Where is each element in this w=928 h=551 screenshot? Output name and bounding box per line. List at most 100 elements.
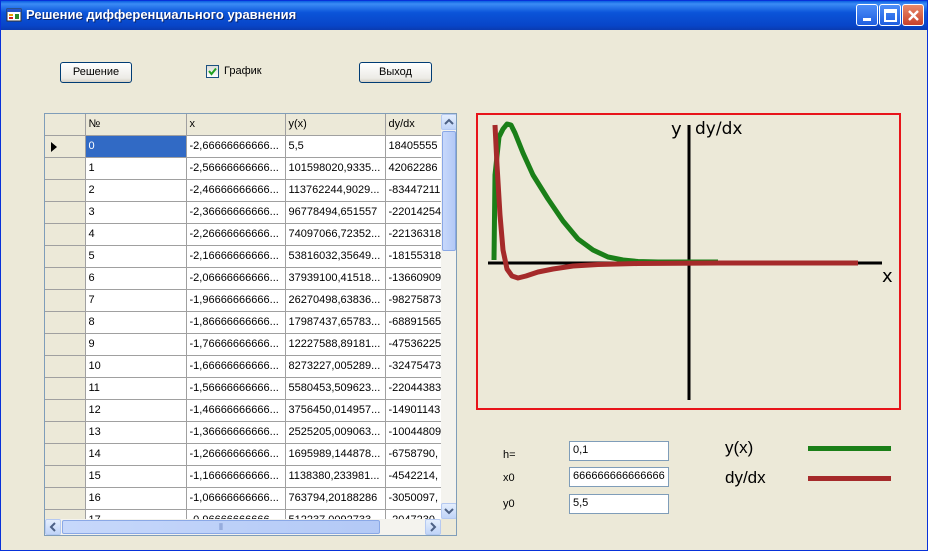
cell-num[interactable]: 2: [85, 179, 187, 202]
cell-num[interactable]: 7: [85, 289, 187, 312]
cell-y[interactable]: 96778494,651557: [285, 201, 386, 224]
cell-y[interactable]: 12227588,89181...: [285, 333, 386, 356]
cell-y[interactable]: 37939100,41518...: [285, 267, 386, 290]
maximize-button[interactable]: [879, 4, 901, 26]
row-header[interactable]: [45, 223, 86, 246]
cell-y[interactable]: 17987437,65783...: [285, 311, 386, 334]
row-header[interactable]: [45, 289, 86, 312]
row-header[interactable]: [45, 487, 86, 510]
cell-x[interactable]: -1,16666666666...: [186, 465, 286, 488]
cell-y[interactable]: 74097066,72352...: [285, 223, 386, 246]
vertical-scrollbar[interactable]: [441, 114, 456, 519]
row-header[interactable]: [45, 179, 86, 202]
cell-dydx[interactable]: -22014254: [385, 201, 446, 224]
cell-dydx[interactable]: -22044383: [385, 377, 446, 400]
scroll-down-button[interactable]: [441, 503, 456, 519]
cell-x[interactable]: -2,36666666666...: [186, 201, 286, 224]
cell-x[interactable]: -1,46666666666...: [186, 399, 286, 422]
cell-x[interactable]: -2,66666666666...: [186, 135, 286, 158]
cell-x[interactable]: -2,16666666666...: [186, 245, 286, 268]
cell-dydx[interactable]: 18405555: [385, 135, 446, 158]
table-row[interactable]: 11 -1,56666666666... 5580453,509623... -220…: [45, 377, 446, 400]
cell-num[interactable]: 8: [85, 311, 187, 334]
cell-x[interactable]: -1,96666666666...: [186, 289, 286, 312]
row-header[interactable]: [45, 443, 86, 466]
cell-dydx[interactable]: -3050097,: [385, 487, 446, 510]
y0-field[interactable]: 5,5: [569, 494, 669, 514]
cell-num[interactable]: 1: [85, 157, 187, 180]
row-header[interactable]: [45, 421, 86, 444]
cell-dydx[interactable]: -4542214,: [385, 465, 446, 488]
scroll-left-button[interactable]: [45, 519, 61, 535]
cell-num[interactable]: 14: [85, 443, 187, 466]
table-row[interactable]: 16 -1,06666666666... 763794,20188286 -30500…: [45, 487, 446, 510]
cell-x[interactable]: -2,06666666666...: [186, 267, 286, 290]
cell-y[interactable]: 8273227,005289...: [285, 355, 386, 378]
cell-dydx[interactable]: -83447211: [385, 179, 446, 202]
cell-x[interactable]: -1,56666666666...: [186, 377, 286, 400]
exit-button[interactable]: Выход: [359, 62, 432, 83]
cell-dydx[interactable]: -98275873: [385, 289, 446, 312]
row-header[interactable]: [45, 399, 86, 422]
table-row[interactable]: 5 -2,16666666666... 53816032,35649... -1815…: [45, 245, 446, 268]
cell-num[interactable]: 3: [85, 201, 187, 224]
cell-x[interactable]: -2,26666666666...: [186, 223, 286, 246]
cell-y[interactable]: 763794,20188286: [285, 487, 386, 510]
cell-num[interactable]: 11: [85, 377, 187, 400]
table-row[interactable]: 4 -2,26666666666... 74097066,72352... -2213…: [45, 223, 446, 246]
table-row[interactable]: 8 -1,86666666666... 17987437,65783... -6889…: [45, 311, 446, 334]
minimize-button[interactable]: [856, 4, 878, 26]
cell-num[interactable]: 6: [85, 267, 187, 290]
graph-checkbox-box[interactable]: [206, 65, 219, 78]
row-header[interactable]: [45, 201, 86, 224]
row-header[interactable]: [45, 333, 86, 356]
vertical-scroll-thumb[interactable]: [442, 131, 456, 251]
cell-num[interactable]: 12: [85, 399, 187, 422]
table-row[interactable]: 15 -1,16666666666... 1138380,233981... -454…: [45, 465, 446, 488]
cell-dydx[interactable]: -32475473: [385, 355, 446, 378]
table-row[interactable]: 10 -1,66666666666... 8273227,005289... -324…: [45, 355, 446, 378]
cell-y[interactable]: 101598020,9335...: [285, 157, 386, 180]
cell-num[interactable]: 13: [85, 421, 187, 444]
cell-dydx[interactable]: -13660909: [385, 267, 446, 290]
row-header[interactable]: [45, 377, 86, 400]
table-row[interactable]: 13 -1,36666666666... 2525205,009063... -100…: [45, 421, 446, 444]
row-header[interactable]: [45, 267, 86, 290]
cell-dydx[interactable]: -14901143: [385, 399, 446, 422]
scroll-up-button[interactable]: [441, 114, 456, 130]
cell-x[interactable]: -1,36666666666...: [186, 421, 286, 444]
cell-num[interactable]: 5: [85, 245, 187, 268]
cell-num[interactable]: 9: [85, 333, 187, 356]
row-header[interactable]: [45, 135, 86, 158]
cell-num[interactable]: 4: [85, 223, 187, 246]
cell-y[interactable]: 2525205,009063...: [285, 421, 386, 444]
column-header-num[interactable]: №: [85, 114, 187, 136]
close-button[interactable]: [902, 4, 924, 26]
cell-y[interactable]: 3756450,014957...: [285, 399, 386, 422]
solve-button[interactable]: Решение: [60, 62, 132, 83]
cell-x[interactable]: -1,86666666666...: [186, 311, 286, 334]
table-row[interactable]: 0 -2,66666666666... 5,5 18405555: [45, 135, 446, 158]
cell-dydx[interactable]: 42062286: [385, 157, 446, 180]
column-header-y[interactable]: y(x): [285, 114, 386, 136]
row-header[interactable]: [45, 311, 86, 334]
cell-y[interactable]: 113762244,9029...: [285, 179, 386, 202]
table-row[interactable]: 12 -1,46666666666... 3756450,014957... -149…: [45, 399, 446, 422]
cell-y[interactable]: 1695989,144878...: [285, 443, 386, 466]
cell-num[interactable]: 0: [85, 135, 187, 158]
cell-dydx[interactable]: -10044809: [385, 421, 446, 444]
scroll-right-button[interactable]: [425, 519, 441, 535]
horizontal-scrollbar[interactable]: ⦀: [45, 519, 441, 535]
cell-dydx[interactable]: -18155318: [385, 245, 446, 268]
horizontal-scroll-thumb[interactable]: ⦀: [62, 520, 380, 534]
cell-y[interactable]: 1138380,233981...: [285, 465, 386, 488]
row-header[interactable]: [45, 157, 86, 180]
cell-x[interactable]: -2,56666666666...: [186, 157, 286, 180]
row-header[interactable]: [45, 465, 86, 488]
cell-x[interactable]: -1,26666666666...: [186, 443, 286, 466]
table-row[interactable]: 14 -1,26666666666... 1695989,144878... -675…: [45, 443, 446, 466]
cell-x[interactable]: -2,46666666666...: [186, 179, 286, 202]
x0-field[interactable]: 666666666666666: [569, 467, 669, 487]
column-header-x[interactable]: x: [186, 114, 286, 136]
table-row[interactable]: 7 -1,96666666666... 26270498,63836... -9827…: [45, 289, 446, 312]
